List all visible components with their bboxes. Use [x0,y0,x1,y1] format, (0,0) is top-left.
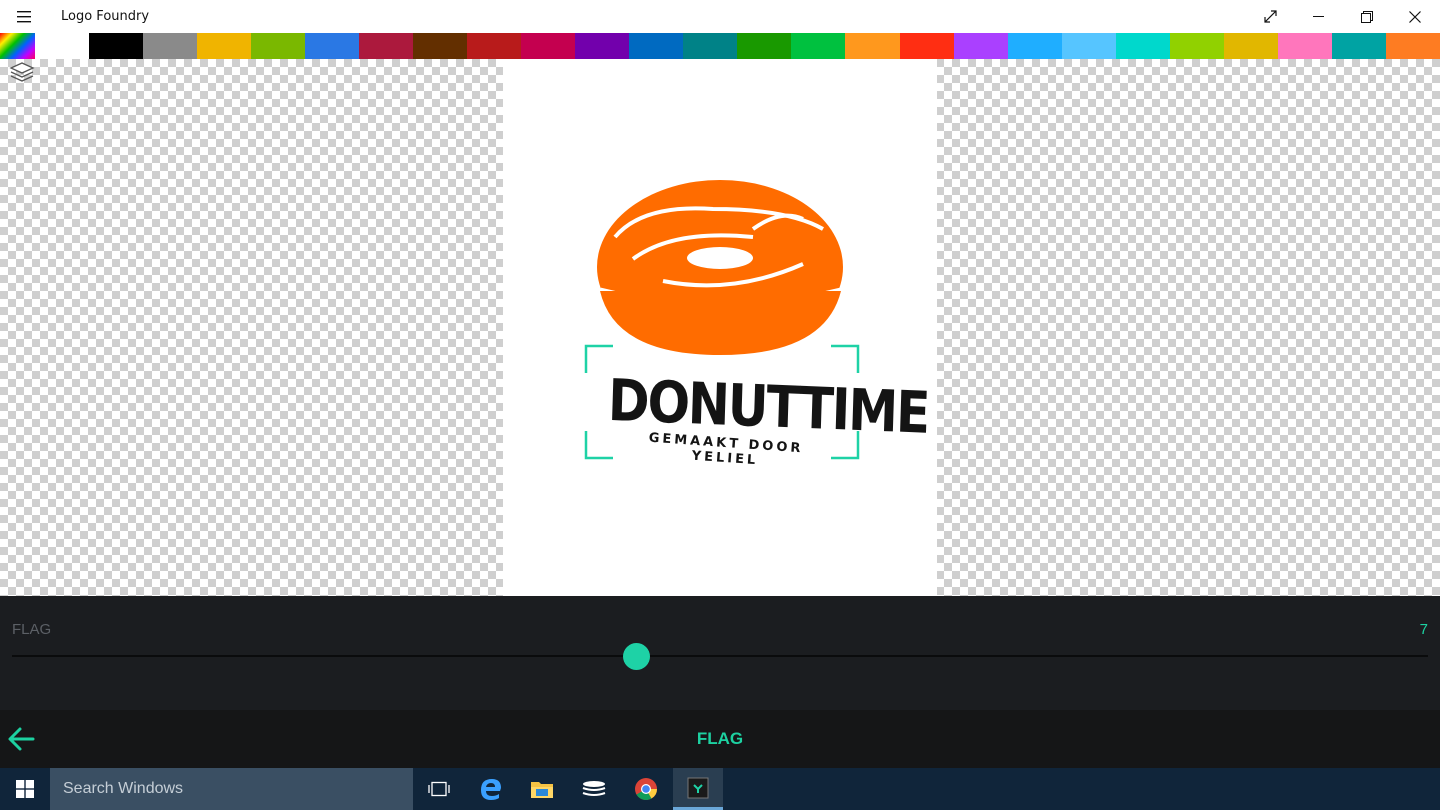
color-swatch[interactable] [737,33,792,59]
storage-app-icon[interactable] [569,768,619,810]
slider-panel: FLAG 7 [0,596,1440,710]
logo-foundry-taskbar-icon[interactable] [673,768,723,810]
color-swatch[interactable] [197,33,252,59]
color-swatch[interactable] [143,33,198,59]
bottom-command-bar: FLAG [0,710,1440,768]
color-swatch[interactable] [1223,33,1278,59]
color-swatch[interactable] [359,33,414,59]
slider-label: FLAG [12,621,52,638]
fullscreen-button[interactable] [1246,0,1294,33]
color-swatch[interactable] [89,33,144,59]
color-palette [0,33,1440,59]
color-swatch[interactable] [1277,33,1332,59]
edge-browser-icon[interactable] [466,768,516,810]
title-bar: Logo Foundry [0,0,1440,33]
restore-button[interactable] [1343,0,1391,33]
color-swatch[interactable] [791,33,846,59]
windows-logo-icon [16,780,34,798]
search-placeholder: Search Windows [63,780,184,797]
color-swatch[interactable] [35,33,90,59]
custom-color-picker-swatch[interactable] [0,33,35,59]
donut-icon [597,180,843,355]
slider-thumb[interactable] [623,643,651,670]
color-swatch[interactable] [899,33,954,59]
expand-icon [1263,10,1277,23]
color-swatch[interactable] [953,33,1008,59]
color-swatch[interactable] [1061,33,1116,59]
windows-start-button[interactable] [0,768,50,810]
minimize-button[interactable] [1294,0,1342,33]
task-view-icon[interactable] [414,768,464,810]
tool-title: FLAG [696,729,744,748]
color-swatch[interactable] [1169,33,1224,59]
slider-track[interactable] [12,655,1428,657]
file-explorer-icon[interactable] [517,768,567,810]
donut-logo-graphic [584,180,860,460]
app-title: Logo Foundry [61,9,150,24]
color-swatch[interactable] [629,33,684,59]
color-swatch[interactable] [845,33,900,59]
color-swatch[interactable] [305,33,360,59]
minimize-icon [1312,16,1324,17]
taskbar-search-box[interactable]: Search Windows [50,768,413,810]
chrome-browser-icon[interactable] [621,768,671,810]
color-swatch[interactable] [251,33,306,59]
color-swatch[interactable] [683,33,738,59]
color-swatch[interactable] [1007,33,1062,59]
color-swatch[interactable] [413,33,468,59]
layers-icon[interactable] [7,61,37,85]
close-button[interactable] [1391,0,1439,33]
color-swatch[interactable] [575,33,630,59]
back-arrow-icon[interactable] [6,724,40,754]
hamburger-menu-icon[interactable] [8,2,40,31]
canvas-area[interactable]: DONUTTIME GEMAAKT DOOR YELIEL [0,59,1440,596]
windows-taskbar: Search Windows [0,768,1440,810]
slider-value: 7 [1419,621,1428,638]
logo-artboard[interactable]: DONUTTIME GEMAAKT DOOR YELIEL [503,59,937,596]
restore-icon [1361,10,1373,23]
color-swatch[interactable] [521,33,576,59]
color-swatch[interactable] [1115,33,1170,59]
color-swatch[interactable] [1385,33,1440,59]
close-icon [1409,10,1421,23]
color-swatch[interactable] [467,33,522,59]
color-swatch[interactable] [1331,33,1386,59]
